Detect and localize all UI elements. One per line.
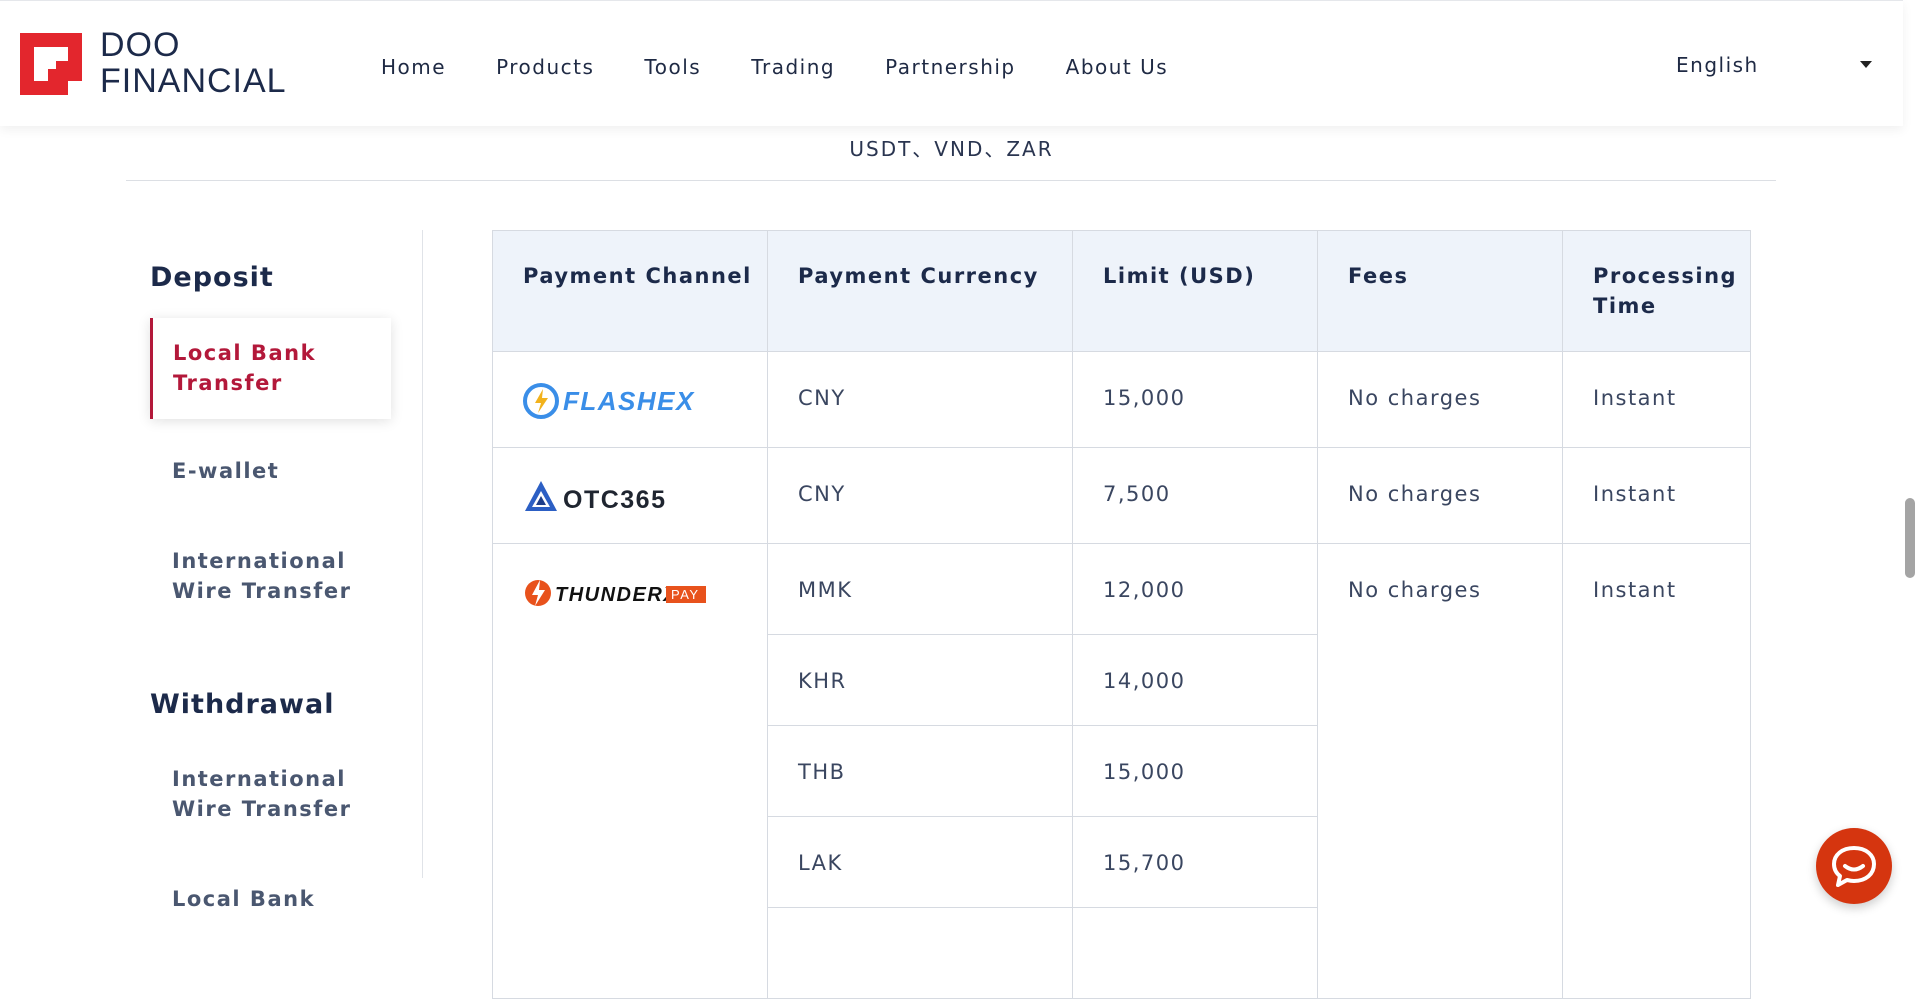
currency-cell: THB (767, 725, 1073, 817)
table-row: FLASHEX CNY 15,000 No charges Instant (492, 351, 1751, 448)
column-header: Payment Channel (492, 230, 768, 352)
svg-text:OTC365: OTC365 (563, 486, 666, 514)
sidebar-item-label: Local Bank (172, 887, 316, 911)
limit-cell: 15,000 (1072, 351, 1318, 448)
limit-cell: 7,500 (1072, 447, 1318, 544)
currency-cell (767, 907, 1073, 999)
sidebar-item-withdrawal-international-wire[interactable]: International Wire Transfer (150, 764, 391, 824)
fees-cell: No charges (1317, 351, 1563, 448)
sidebar-item-label: International Wire Transfer (172, 549, 352, 603)
payment-channel-cell: THUNDERX PAY (492, 543, 768, 999)
limit-cell: 15,000 (1072, 725, 1318, 817)
logo-wordmark[interactable]: DOO FINANCIAL (100, 27, 287, 99)
caret-down-icon[interactable] (1860, 61, 1872, 68)
sidebar-item-withdrawal-local-bank[interactable]: Local Bank (150, 884, 391, 914)
nav-tools[interactable]: Tools (644, 55, 701, 79)
svg-text:FLASHEX: FLASHEX (563, 386, 695, 416)
table-row: OTC365 CNY 7,500 No charges Instant (492, 447, 1751, 544)
table-header-row: Payment Channel Payment Currency Limit (… (492, 230, 1751, 352)
limit-cell (1072, 907, 1318, 999)
currency-cell: CNY (767, 351, 1073, 448)
logo-line-2: FINANCIAL (100, 62, 287, 100)
deposit-heading: Deposit (150, 262, 274, 293)
nav-products[interactable]: Products (496, 55, 594, 79)
sidebar-item-label: International Wire Transfer (172, 767, 352, 821)
processing-time-cell: Instant (1562, 447, 1751, 544)
svg-text:THUNDERX: THUNDERX (555, 584, 678, 606)
supported-currencies-line: USDT、VND、ZAR (849, 137, 1054, 161)
nav-partnership[interactable]: Partnership (885, 55, 1016, 79)
processing-time-cell: Instant (1562, 543, 1751, 999)
doo-logo-icon[interactable] (20, 33, 82, 95)
sidebar-item-local-bank-transfer[interactable]: Local Bank Transfer (150, 318, 391, 419)
fees-cell: No charges (1317, 447, 1563, 544)
table-row: THUNDERX PAY MMK 12,000 No charges Insta… (492, 543, 1751, 999)
column-header: Limit (USD) (1072, 230, 1318, 352)
payment-channel-cell: OTC365 (492, 447, 768, 544)
thunderx-pay-logo: THUNDERX PAY (523, 574, 767, 612)
column-header: Processing Time (1562, 230, 1751, 352)
section-divider (126, 180, 1776, 181)
payment-table-wrapper: Payment Channel Payment Currency Limit (… (492, 230, 1751, 999)
site-header: DOO FINANCIAL Home Products Tools Tradin… (0, 0, 1903, 126)
column-header: Fees (1317, 230, 1563, 352)
nav-trading[interactable]: Trading (751, 55, 835, 79)
currency-cell: CNY (767, 447, 1073, 544)
currency-cell: LAK (767, 816, 1073, 908)
currency-cell: KHR (767, 634, 1073, 726)
sidebar-item-label: Local Bank Transfer (173, 341, 317, 395)
live-chat-button[interactable] (1816, 828, 1892, 904)
limit-cell: 15,700 (1072, 816, 1318, 908)
otc365-logo: OTC365 (523, 478, 767, 516)
svg-text:PAY: PAY (671, 587, 700, 602)
sidebar-item-international-wire-transfer[interactable]: International Wire Transfer (150, 546, 391, 606)
column-header: Payment Currency (767, 230, 1073, 352)
main-nav: Home Products Tools Trading Partnership … (381, 55, 1218, 79)
sidebar-item-label: E-wallet (172, 459, 280, 483)
fees-cell: No charges (1317, 543, 1563, 999)
page-scrollbar-track[interactable] (1903, 0, 1920, 922)
flashex-logo: FLASHEX (523, 382, 767, 420)
payment-channel-cell: FLASHEX (492, 351, 768, 448)
chat-bubble-icon (1832, 846, 1876, 887)
nav-home[interactable]: Home (381, 55, 446, 79)
currency-cell: MMK (767, 543, 1073, 635)
page-scrollbar-thumb[interactable] (1905, 498, 1915, 578)
nav-about-us[interactable]: About Us (1066, 55, 1169, 79)
limit-cell: 14,000 (1072, 634, 1318, 726)
logo-line-1: DOO (100, 26, 181, 64)
payment-sidebar: Deposit Local Bank Transfer E-wallet Int… (150, 230, 423, 911)
processing-time-cell: Instant (1562, 351, 1751, 448)
withdrawal-heading: Withdrawal (150, 689, 335, 720)
language-selector[interactable]: English (1676, 53, 1759, 77)
payment-table: Payment Channel Payment Currency Limit (… (492, 230, 1751, 999)
sidebar-item-e-wallet[interactable]: E-wallet (150, 456, 391, 486)
limit-cell: 12,000 (1072, 543, 1318, 635)
